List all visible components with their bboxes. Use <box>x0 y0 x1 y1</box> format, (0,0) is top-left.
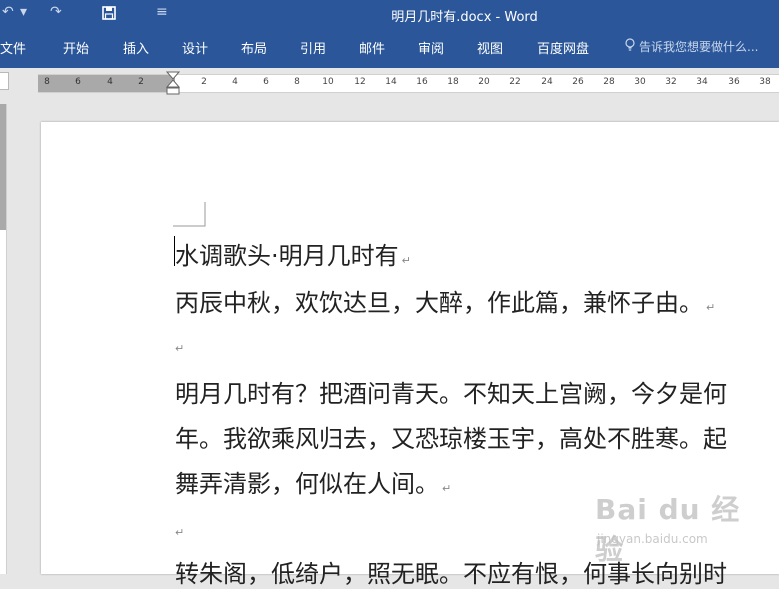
ruler-tick: 8 <box>294 77 300 87</box>
watermark-brand: Bai du 经验 <box>595 493 741 566</box>
ruler-tick: 4 <box>107 77 113 87</box>
doc-preface-line[interactable]: 丙辰中秋，欢饮达旦，大醉，作此篇，兼怀子由。 ↵ <box>175 283 715 318</box>
text-boundary-corner-icon <box>173 202 206 227</box>
tab-insert[interactable]: 插入 <box>123 38 149 57</box>
ruler-tick: 14 <box>385 77 397 87</box>
window-title: 明月几时有.docx - Word <box>391 10 538 25</box>
ruler-tick: 18 <box>447 77 459 87</box>
title-bar: ↶ ▾ ↷ ≡ 明月几时有.docx - Word <box>0 0 779 30</box>
indent-marker-icon[interactable] <box>166 71 180 105</box>
ruler-tick: 20 <box>478 77 490 87</box>
doc-body-line[interactable]: 舞弄清影，何似在人间。 ↵ <box>175 464 451 499</box>
doc-empty-line[interactable]: ↵ <box>175 330 184 358</box>
tab-design[interactable]: 设计 <box>182 38 208 57</box>
ruler-bar: 8 6 4 2 2 4 6 8 10 12 14 16 18 20 22 24 … <box>0 68 779 104</box>
ruler-tick: 24 <box>541 77 553 87</box>
tab-home[interactable]: 开始 <box>63 38 89 57</box>
ruler-tick: 38 <box>759 77 771 87</box>
horizontal-ruler[interactable]: 8 6 4 2 2 4 6 8 10 12 14 16 18 20 22 24 … <box>38 74 779 93</box>
tab-review[interactable]: 审阅 <box>418 38 444 57</box>
ruler-tick: 16 <box>416 77 428 87</box>
tab-selector[interactable] <box>0 72 9 90</box>
ruler-tick: 4 <box>232 77 238 87</box>
vertical-ruler[interactable] <box>0 104 7 574</box>
ruler-tick: 34 <box>696 77 708 87</box>
ruler-tick: 26 <box>572 77 584 87</box>
ruler-tick: 36 <box>728 77 740 87</box>
ruler-tick: 10 <box>322 77 334 87</box>
ruler-tick: 6 <box>75 77 81 87</box>
ruler-tick: 12 <box>354 77 366 87</box>
tab-references[interactable]: 引用 <box>300 38 326 57</box>
tab-layout[interactable]: 布局 <box>241 38 267 57</box>
lightbulb-icon <box>625 38 635 51</box>
doc-empty-line[interactable]: ↵ <box>175 514 184 542</box>
tab-mailings[interactable]: 邮件 <box>359 38 385 57</box>
line-text: 年。我欲乘风归去，又恐琼楼玉宇，高处不胜寒。起 <box>175 425 727 453</box>
watermark-url: jingyan.baidu.com <box>597 532 708 546</box>
vertical-ruler-margin <box>0 104 6 230</box>
doc-body-line[interactable]: 明月几时有？把酒问青天。不知天上宫阙，今夕是何 <box>175 374 730 409</box>
ruler-tick: 22 <box>509 77 521 87</box>
ruler-tick: 28 <box>603 77 615 87</box>
ruler-tick: 32 <box>665 77 677 87</box>
line-text: 明月几时有？把酒问青天。不知天上宫阙，今夕是何 <box>175 380 727 408</box>
paragraph-mark-icon: ↵ <box>401 254 411 267</box>
ruler-tick: 6 <box>263 77 269 87</box>
ruler-tick: 30 <box>634 77 646 87</box>
paragraph-mark-icon: ↵ <box>706 301 716 314</box>
paragraph-mark-icon: ↵ <box>175 526 185 539</box>
line-text: 水调歌头·明月几时有 <box>175 242 399 270</box>
ribbon-tab-bar: 文件 开始 插入 设计 布局 引用 邮件 审阅 视图 百度网盘 告诉我您想要做什… <box>0 30 779 68</box>
line-text: 丙辰中秋，欢饮达旦，大醉，作此篇，兼怀子由。 <box>175 289 703 317</box>
ruler-tick: 2 <box>138 77 144 87</box>
doc-title-line[interactable]: 水调歌头·明月几时有 ↵ <box>175 236 411 271</box>
tell-me-search[interactable]: 告诉我您想要做什么... <box>624 38 758 55</box>
paragraph-mark-icon: ↵ <box>442 482 452 495</box>
ruler-tick: 2 <box>201 77 207 87</box>
tell-me-placeholder: 告诉我您想要做什么... <box>639 40 759 54</box>
paragraph-mark-icon: ↵ <box>175 342 185 355</box>
line-text: 舞弄清影，何似在人间。 <box>175 470 439 498</box>
tab-file[interactable]: 文件 <box>0 38 26 57</box>
tab-baidu-netdisk[interactable]: 百度网盘 <box>537 38 589 57</box>
tab-view[interactable]: 视图 <box>477 38 503 57</box>
doc-body-line[interactable]: 年。我欲乘风归去，又恐琼楼玉宇，高处不胜寒。起 <box>175 419 730 454</box>
ruler-tick: 8 <box>44 77 50 87</box>
baidu-jingyan-watermark: Bai du 经验 jingyan.baidu.com <box>595 488 745 566</box>
